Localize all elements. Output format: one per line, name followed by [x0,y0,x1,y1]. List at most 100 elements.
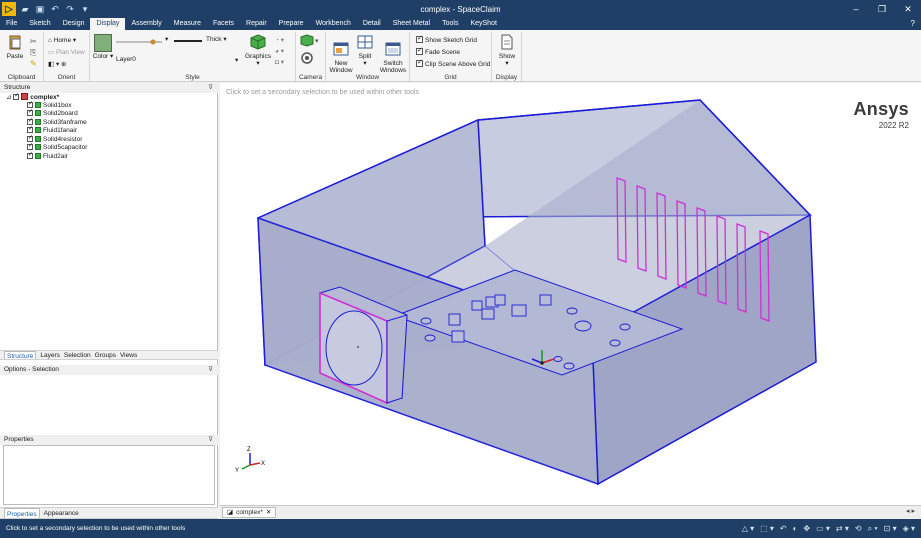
status-bar: Click to set a secondary selection to be… [0,519,921,538]
tab-keyshot[interactable]: KeyShot [464,18,502,30]
color-button[interactable]: Color ▾ [92,34,114,60]
select-icon[interactable]: ⬚ ▾ [760,519,774,538]
clip-scene-checkbox[interactable]: Clip Scene Above Grid [416,58,490,68]
close-button[interactable]: ✕ [895,0,921,18]
transparency-dropdown[interactable]: ▾ [165,35,168,43]
view-icon[interactable]: ◈ ▾ [903,519,915,538]
3d-viewport[interactable]: Click to set a secondary selection to be… [220,83,921,505]
tab-file[interactable]: File [0,18,23,30]
tree-checkbox[interactable] [27,117,33,125]
solid-body-icon [35,101,41,108]
undo-status-icon[interactable]: ↶ [780,519,787,538]
undo-icon[interactable]: ↶ [50,4,60,14]
paste-button[interactable]: Paste [4,34,26,60]
plan-view-button[interactable]: ▭ Plan View [48,48,85,56]
show-button[interactable]: Show ▾ [495,34,519,67]
tab-structure[interactable]: Structure [4,351,37,360]
tab-layers[interactable]: Layers [40,351,60,359]
tab-display[interactable]: Display [90,18,126,30]
tab-assembly[interactable]: Assembly [125,18,167,30]
customize-icon[interactable]: ▾ [80,4,90,14]
window-group: New Window Split ▾ Switch Windows Window [326,32,410,81]
tab-repair[interactable]: Repair [240,18,273,30]
tree-checkbox[interactable] [27,151,33,159]
doc-tab-complex[interactable]: ◪ complex* ✕ [222,507,277,518]
spin-icon[interactable]: ⟲ [855,519,862,538]
axis-x-line [249,462,261,466]
tree-checkbox[interactable] [13,92,19,101]
solid-body-icon [35,110,41,116]
tree-checkbox[interactable] [27,125,33,134]
graphics-button[interactable]: Graphics ▾ [244,34,272,67]
pin-icon[interactable]: ⊽ [208,435,213,445]
display-label: Display [495,74,518,81]
fade-scene-checkbox[interactable]: Fade Scene [416,46,460,56]
tree-checkbox[interactable] [27,142,33,151]
shadow-icon: ◔ ▾ [275,37,284,44]
tab-design[interactable]: Design [57,18,91,30]
minimize-button[interactable]: – [843,0,869,18]
document-tabs: ◪ complex* ✕ ◂ ▸ [220,505,921,518]
collapse-icon[interactable]: ⊿ [6,94,13,101]
doc-tab-nav[interactable]: ◂ ▸ [906,507,915,515]
save-icon[interactable]: ▣ [35,4,45,14]
home-button[interactable]: ⌂ Home ▾ [48,36,76,44]
status-text: Click to set a secondary selection to be… [6,525,186,532]
camera-icons[interactable]: ▾ [300,34,322,68]
clipboard-small-icons[interactable]: ✂ ⎘ ✎ [30,36,40,66]
tab-properties[interactable]: Properties [4,508,40,518]
pin-icon[interactable]: ⊽ [208,365,213,375]
close-tab-icon[interactable]: ✕ [266,507,271,518]
line-weight-dropdown[interactable]: Thick ▾ [206,35,227,43]
hide-icon[interactable]: ◐ [793,519,798,538]
orient-tools[interactable]: ◧ ▾ ⊕ [48,60,66,68]
switch-windows-button[interactable]: Switch Windows [378,34,408,74]
tab-measure[interactable]: Measure [168,18,207,30]
graphics-small-tools[interactable]: ◔ ▾ ◕ ▾ ◘ ▾ [275,35,284,68]
left-panel: Structure⊽ ⊿ complex* Solid1box Solid2bo… [0,83,218,519]
tab-prepare[interactable]: Prepare [273,18,310,30]
fade-scene-check [416,46,423,55]
plan-view-icon: ▭ [48,49,56,56]
pan-icon[interactable]: ✥ [803,519,810,538]
model-scene[interactable] [220,83,921,505]
tab-tools[interactable]: Tools [436,18,464,30]
tab-facets[interactable]: Facets [207,18,240,30]
show-doc-icon [501,34,513,50]
tab-sheet-metal[interactable]: Sheet Metal [387,18,436,30]
tab-views[interactable]: Views [120,351,137,359]
spaceclaim-logo-icon[interactable]: ▷ [2,2,16,16]
clip-scene-check [416,58,423,67]
camera-label: Camera [298,74,323,81]
zoom-status-icon[interactable]: ⌕ ▾ [868,519,878,538]
show-sketch-grid-checkbox[interactable]: Show Sketch Grid [416,34,477,44]
maximize-button[interactable]: ❐ [869,0,895,18]
tab-detail[interactable]: Detail [357,18,387,30]
pin-icon[interactable]: ⊽ [208,83,213,93]
layer-dropdown[interactable]: Layer0 [116,56,136,63]
tree-item-fluid2air[interactable]: Fluid2air [0,151,218,162]
tab-workbench[interactable]: Workbench [310,18,357,30]
tree-checkbox[interactable] [27,134,33,142]
redo-icon[interactable]: ↷ [65,4,75,14]
new-window-button[interactable]: New Window [328,34,354,74]
help-icon[interactable]: ? [911,18,915,30]
tree-checkbox[interactable] [27,100,33,108]
solid-body-icon [35,152,41,159]
split-button[interactable]: Split ▾ [354,34,376,67]
move-icon[interactable]: ⇄ ▾ [836,519,849,538]
properties-panel [3,445,215,505]
style-more-dropdown[interactable]: ▾ [235,56,238,64]
tree-checkbox[interactable] [27,108,33,117]
tab-sketch[interactable]: Sketch [23,18,56,30]
new-window-icon [333,42,349,56]
tab-selection[interactable]: Selection [64,351,91,359]
warning-icon[interactable]: △ ▾ [742,519,754,538]
transparency-slider[interactable] [116,38,166,46]
solid-body-icon [35,135,41,142]
fit-icon[interactable]: ⊡ ▾ [884,519,897,538]
tab-appearance[interactable]: Appearance [44,508,79,518]
open-icon[interactable]: ▰ [20,4,30,14]
box-select-icon[interactable]: ▭ ▾ [816,519,830,538]
tab-groups[interactable]: Groups [95,351,116,359]
